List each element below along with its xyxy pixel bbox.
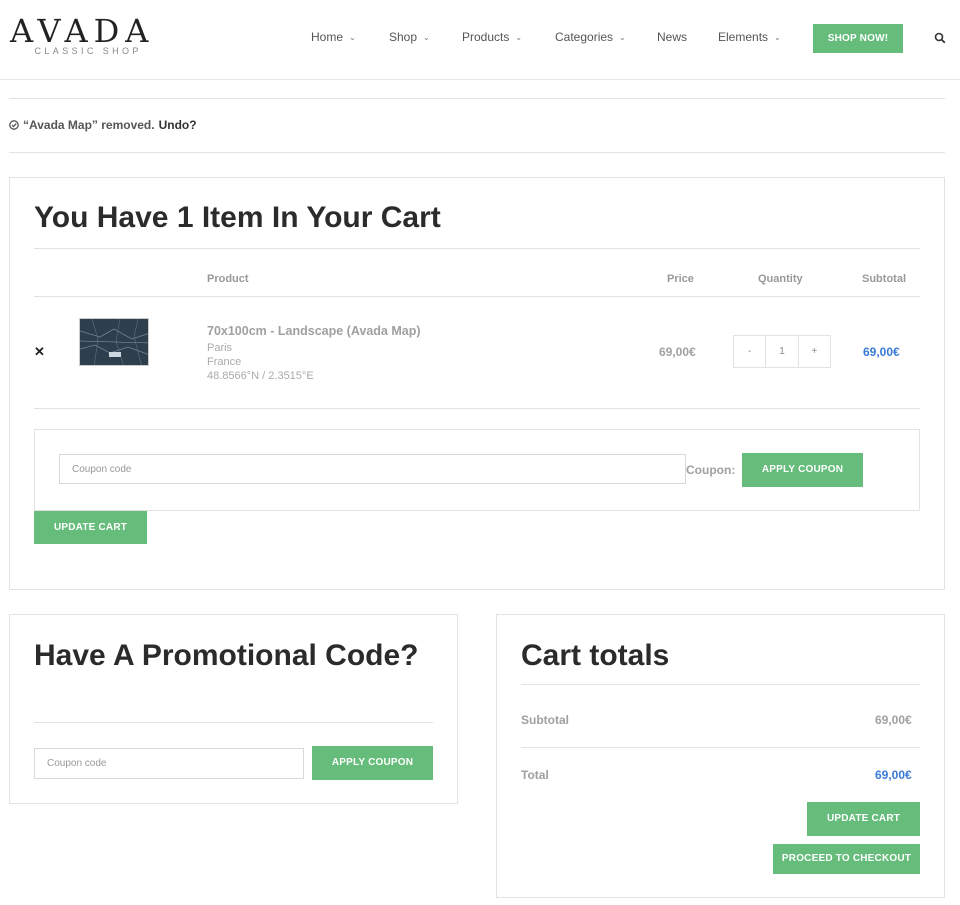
totals-subtotal-label: Subtotal: [521, 713, 569, 727]
check-circle-icon: [9, 120, 19, 130]
nav-item-categories[interactable]: Categories ⌄: [555, 30, 626, 44]
nav-item-label: Home: [311, 30, 344, 44]
qty-minus-button[interactable]: -: [734, 336, 765, 367]
product-subtotal: 69,00€: [863, 345, 900, 359]
quantity-input[interactable]: 1: [765, 336, 799, 367]
close-icon[interactable]: ✕: [34, 344, 45, 360]
column-header-product: Product: [207, 273, 249, 285]
product-country: France: [207, 356, 242, 368]
divider: [34, 722, 433, 723]
apply-coupon-button[interactable]: APPLY COUPON: [742, 453, 863, 487]
nav-item-label: Categories: [555, 30, 614, 44]
notice-text: “Avada Map” removed.: [23, 118, 155, 132]
coupon-label: Coupon:: [686, 463, 736, 477]
nav-item-label: Shop: [389, 30, 418, 44]
nav-item-shop[interactable]: Shop ⌄: [389, 30, 430, 44]
logo-main-text: AVADA: [10, 12, 155, 50]
nav-item-news[interactable]: News: [657, 30, 687, 44]
site-logo[interactable]: AVADA CLASSIC SHOP: [10, 14, 154, 56]
totals-total-label: Total: [521, 768, 549, 782]
nav-item-products[interactable]: Products ⌄: [462, 30, 522, 44]
quantity-stepper: - 1 +: [733, 335, 831, 368]
promo-coupon-input[interactable]: [34, 748, 304, 779]
chevron-down-icon: ⌄: [349, 33, 356, 42]
divider: [9, 98, 945, 99]
divider: [521, 684, 920, 685]
chevron-down-icon: ⌄: [515, 33, 523, 42]
divider: [34, 296, 920, 297]
nav-item-label: Elements: [718, 30, 769, 44]
chevron-down-icon: ⌄: [619, 33, 626, 42]
product-coordinates: 48.8566°N / 2.3515°E: [207, 370, 314, 382]
shop-now-button[interactable]: SHOP NOW!: [813, 24, 903, 53]
column-header-subtotal: Subtotal: [862, 273, 906, 285]
map-image: [80, 319, 148, 365]
search-icon[interactable]: [934, 32, 946, 44]
removed-notice: “Avada Map” removed. Undo?: [9, 118, 197, 132]
nav-item-home[interactable]: Home ⌄: [311, 30, 356, 44]
cart-totals-title: Cart totals: [521, 639, 670, 672]
site-header: AVADA CLASSIC SHOP Home ⌄ Shop ⌄ Products ⌄…: [0, 0, 960, 80]
totals-update-cart-button[interactable]: UPDATE CART: [807, 802, 920, 836]
product-thumbnail[interactable]: [79, 318, 149, 366]
nav-item-elements[interactable]: Elements ⌄: [718, 30, 781, 44]
column-header-quantity: Quantity: [758, 273, 803, 285]
chevron-down-icon: ⌄: [774, 33, 781, 42]
divider: [34, 248, 920, 249]
product-price: 69,00€: [659, 345, 696, 359]
totals-total-value: 69,00€: [875, 768, 912, 782]
divider: [34, 408, 920, 409]
divider: [9, 152, 945, 153]
cart-panel: [9, 177, 945, 590]
column-header-price: Price: [667, 273, 694, 285]
undo-link[interactable]: Undo?: [159, 118, 197, 132]
totals-subtotal-value: 69,00€: [875, 713, 912, 727]
qty-plus-button[interactable]: +: [799, 336, 830, 367]
product-name-link[interactable]: 70x100cm - Landscape (Avada Map): [207, 324, 421, 338]
product-city: Paris: [207, 342, 233, 354]
proceed-to-checkout-button[interactable]: PROCEED TO CHECKOUT: [773, 844, 920, 874]
update-cart-button[interactable]: UPDATE CART: [34, 511, 147, 544]
divider: [521, 747, 920, 748]
coupon-code-input[interactable]: [59, 454, 686, 484]
nav-item-label: Products: [462, 30, 510, 44]
chevron-down-icon: ⌄: [423, 33, 430, 42]
promo-title: Have A Promotional Code?: [34, 639, 419, 672]
nav-item-label: News: [657, 30, 688, 44]
promo-apply-coupon-button[interactable]: APPLY COUPON: [312, 746, 433, 780]
cart-title: You Have 1 Item In Your Cart: [34, 201, 441, 234]
